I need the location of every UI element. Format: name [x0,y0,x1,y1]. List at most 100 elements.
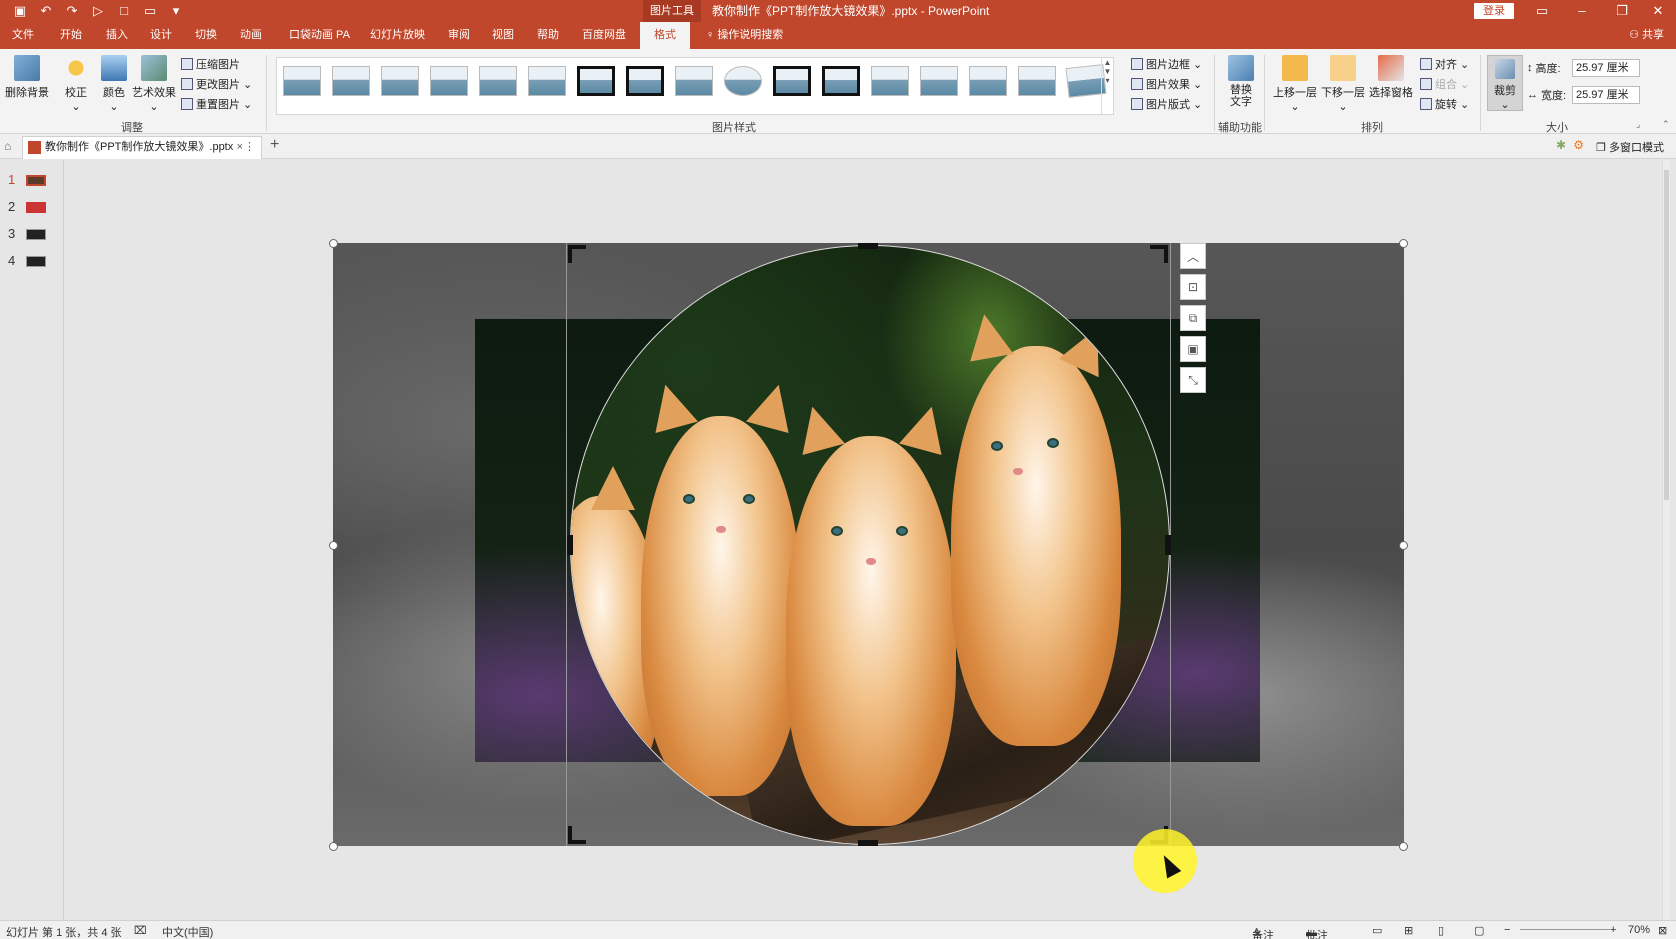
style-thumbnail[interactable] [479,66,517,96]
restore-icon[interactable]: ❐ [1602,0,1642,22]
settings-gear-icon[interactable]: ⚙ [1573,138,1584,152]
scrollbar-thumb[interactable] [1664,170,1669,500]
compress-pictures-button[interactable]: 压缩图片 [181,56,240,72]
vertical-scrollbar[interactable] [1662,160,1670,920]
tab-slideshow[interactable]: 幻灯片放映 [368,22,427,49]
tab-animations[interactable]: 动画 [238,22,264,49]
tab-view[interactable]: 视图 [490,22,516,49]
open-icon[interactable]: ▭ [142,3,158,19]
zoom-out-icon[interactable]: − [1504,924,1510,936]
normal-view-icon[interactable]: ▭ [1372,924,1382,937]
style-thumbnail[interactable] [1018,66,1056,96]
style-thumbnail[interactable] [969,66,1007,96]
login-button[interactable]: 登录 [1474,3,1514,19]
crop-handle-bottom[interactable] [858,840,878,846]
tab-baidu-netdisk[interactable]: 百度网盘 [580,22,628,49]
resize-handle-bottom-right[interactable] [1399,842,1408,851]
style-thumbnail[interactable] [381,66,419,96]
zoom-slider[interactable] [1520,929,1610,930]
width-input[interactable]: 25.97 厘米 [1572,86,1640,104]
reading-view-icon[interactable]: ▯ [1438,924,1444,937]
resize-handle-left[interactable] [329,541,338,550]
style-thumbnail[interactable] [724,66,762,96]
picture-layout-button[interactable]: 图片版式 ⌄ [1131,96,1202,112]
layout-options-icon[interactable]: ⊡ [1180,274,1206,300]
tab-file[interactable]: 文件 [10,22,36,49]
style-thumbnail[interactable] [626,66,664,96]
tab-review[interactable]: 审阅 [446,22,472,49]
style-thumbnail[interactable] [871,66,909,96]
style-thumbnail[interactable] [773,66,811,96]
bring-forward-button[interactable]: 上移一层 ⌄ [1272,55,1318,113]
tab-design[interactable]: 设计 [148,22,174,49]
resize-handle-bottom-left[interactable] [329,842,338,851]
zoom-in-icon[interactable]: + [1610,924,1616,936]
height-input[interactable]: 25.97 厘米 [1572,59,1640,77]
resize-handle-top-left[interactable] [329,239,338,248]
new-icon[interactable]: □ [116,3,132,19]
slide-sorter-icon[interactable]: ⊞ [1404,924,1413,937]
size-dialog-launcher-icon[interactable]: ⌟ [1636,119,1640,130]
undo-icon[interactable]: ↶ [38,3,54,19]
gallery-scroll[interactable]: ▲ ▼ ▾ [1101,58,1113,114]
document-tab[interactable]: 教你制作《PPT制作放大镜效果》.pptx × ⋮ [22,136,262,159]
crop-handle-bottom-left[interactable] [568,826,586,844]
correct-button[interactable]: 校正 ⌄ [60,55,92,113]
tab-insert[interactable]: 插入 [104,22,130,49]
plugin-icon[interactable]: ✱ [1556,138,1566,152]
alt-text-button[interactable]: 替换 文字 [1224,55,1258,108]
slide-thumbnail-1[interactable]: 1 [8,172,46,187]
group-objects-button[interactable]: 组合 ⌄ [1420,76,1469,92]
style-thumbnail[interactable] [528,66,566,96]
minimize-icon[interactable]: – [1562,0,1602,22]
crop-handle-top-left[interactable] [568,245,586,263]
color-button[interactable]: 颜色 ⌄ [98,55,130,113]
close-window-icon[interactable]: ✕ [1638,0,1676,22]
style-thumbnail[interactable] [675,66,713,96]
artistic-effects-button[interactable]: 艺术效果 ⌄ [132,55,176,113]
multi-window-mode-button[interactable]: ❐ 多窗口模式 [1596,139,1664,155]
home-tab-icon[interactable]: ⌂ [4,139,11,153]
style-thumbnail[interactable] [430,66,468,96]
tab-more-icon[interactable]: ⋮ [244,137,255,158]
ribbon-display-options-icon[interactable]: ▭ [1522,0,1562,22]
crop-handle-top-right[interactable] [1150,245,1168,263]
fit-slide-icon[interactable]: ⊠ [1658,924,1667,937]
change-picture-button[interactable]: 更改图片 ⌄ [181,76,252,92]
arrange-icon[interactable]: ⧉ [1180,305,1206,331]
reset-picture-button[interactable]: 重置图片 ⌄ [181,96,252,112]
collapse-icon[interactable]: ︿ [1180,243,1206,269]
from-beginning-icon[interactable]: ▷ [90,3,106,19]
save-icon[interactable]: ▣ [12,3,28,19]
style-thumbnail[interactable] [920,66,958,96]
language-indicator[interactable]: 中文(中国) [162,924,213,939]
style-thumbnail[interactable] [332,66,370,96]
expand-icon[interactable]: ⤡ [1180,367,1206,393]
picture-format-icon[interactable]: ▣ [1180,336,1206,362]
resize-handle-right[interactable] [1399,541,1408,550]
gallery-more-icon[interactable]: ▾ [1102,76,1113,85]
redo-icon[interactable]: ↷ [64,3,80,19]
style-thumbnail[interactable] [577,66,615,96]
style-thumbnail[interactable] [283,66,321,96]
remove-background-button[interactable]: 删除背景 [4,55,50,100]
close-tab-icon[interactable]: × [237,137,243,158]
resize-handle-top-right[interactable] [1399,239,1408,248]
align-button[interactable]: 对齐 ⌄ [1420,56,1469,72]
crop-handle-top[interactable] [858,243,878,249]
tab-home[interactable]: 开始 [58,22,84,49]
crop-handle-right[interactable] [1165,535,1171,555]
slide-thumbnail-3[interactable]: 3 [8,226,46,241]
customize-icon[interactable]: ▾ [168,3,184,19]
tab-transitions[interactable]: 切换 [193,22,219,49]
spellcheck-icon[interactable]: ⌧ [134,924,147,937]
scroll-down-icon[interactable]: ▼ [1102,67,1113,76]
new-tab-button[interactable]: + [270,136,279,154]
send-backward-button[interactable]: 下移一层 ⌄ [1320,55,1366,113]
rotate-button[interactable]: 旋转 ⌄ [1420,96,1469,112]
slide-thumbnail-4[interactable]: 4 [8,253,46,268]
style-thumbnail[interactable] [822,66,860,96]
zoom-level[interactable]: 70% [1628,924,1650,936]
picture-border-button[interactable]: 图片边框 ⌄ [1131,56,1202,72]
slide-thumbnail-2[interactable]: 2 [8,199,46,214]
